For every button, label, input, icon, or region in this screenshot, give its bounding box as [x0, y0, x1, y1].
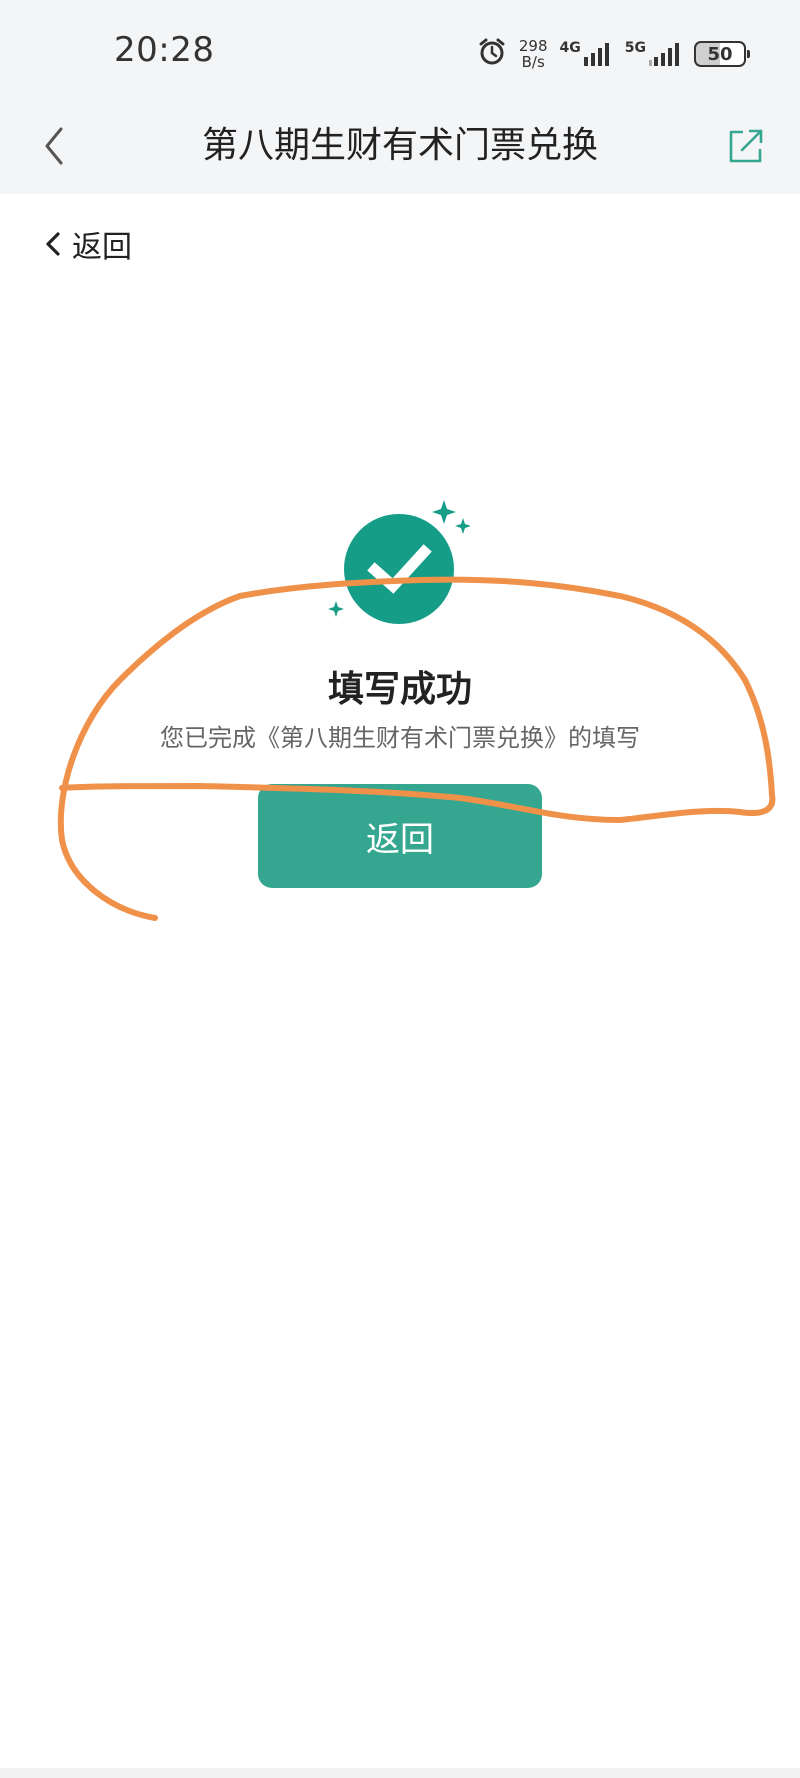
status-time: 20:28	[114, 30, 215, 70]
network-4g-label: 4G	[559, 40, 581, 56]
return-button[interactable]: 返回	[258, 784, 542, 888]
signal-icon	[583, 43, 609, 66]
success-check-icon	[320, 490, 471, 640]
sparkle-icon	[328, 601, 344, 617]
speed-value: 298	[518, 37, 548, 55]
status-icons: 298 B/s 4G 5G 50	[477, 34, 750, 74]
network-5g: 5G	[625, 41, 682, 67]
speed-unit: B/s	[521, 53, 545, 71]
sparkle-icon	[455, 518, 471, 534]
nav-bar: 第八期生财有术门票兑换	[0, 100, 800, 194]
network-4g: 4G	[560, 41, 613, 67]
network-speed: 298 B/s	[519, 38, 548, 70]
page-title: 第八期生财有术门票兑换	[201, 125, 598, 166]
back-link-label: 返回	[72, 230, 132, 265]
chevron-left-icon	[46, 232, 60, 256]
success-description: 您已完成《第八期生财有术门票兑换》的填写	[160, 724, 640, 752]
network-5g-label: 5G	[624, 40, 646, 56]
sparkle-icon	[432, 500, 456, 524]
signal-icon	[649, 43, 679, 66]
external-link-icon[interactable]	[722, 122, 770, 170]
success-title: 填写成功	[327, 669, 472, 710]
alarm-icon	[477, 37, 507, 71]
battery-indicator: 50	[694, 41, 750, 67]
back-link[interactable]: 返回	[44, 222, 132, 266]
status-bar: 20:28 298 B/s 4G 5G 50	[0, 0, 800, 100]
bottom-gesture-bar	[0, 1768, 800, 1778]
chevron-left-icon[interactable]	[32, 122, 76, 170]
annotation-scribble	[57, 576, 776, 921]
